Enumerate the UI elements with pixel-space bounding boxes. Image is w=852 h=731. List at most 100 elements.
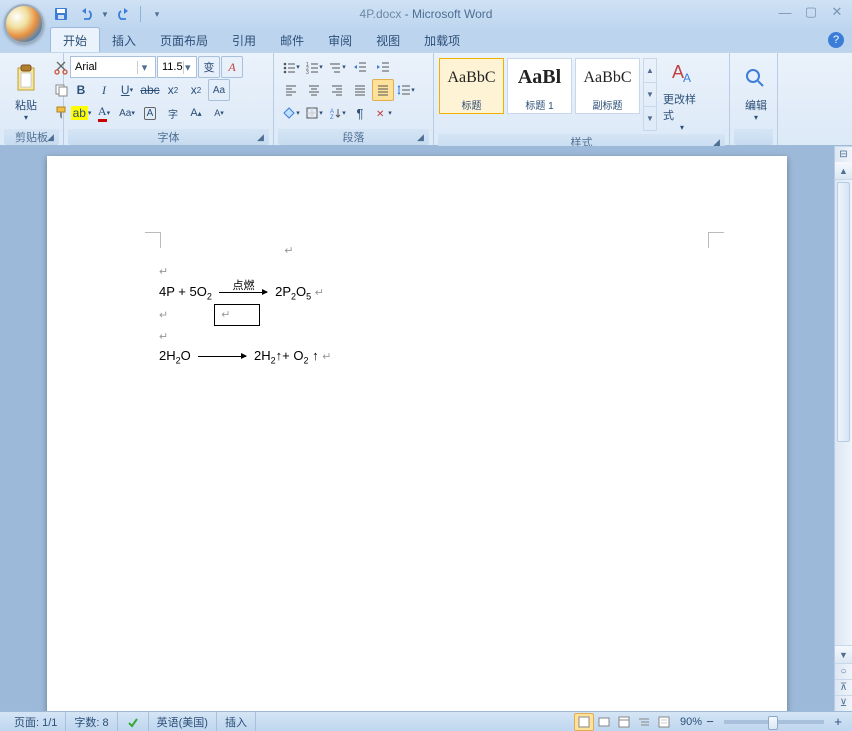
status-proofing-icon[interactable] — [118, 712, 149, 731]
page[interactable]: ↵ ↵ 4P + 5O2 点燃 2P2O5 ↵ ↵↵ ↵ 2H2O 2H2↑+ … — [47, 156, 787, 711]
strikethrough-button[interactable]: abc — [139, 79, 161, 101]
font-family-combo[interactable]: Arial▾ — [70, 56, 156, 78]
clear-formatting-icon[interactable]: A — [221, 56, 243, 78]
group-label-editing — [734, 129, 773, 145]
help-icon[interactable]: ? — [828, 32, 844, 48]
tab-home[interactable]: 开始 — [50, 27, 100, 52]
underline-button[interactable]: U▾ — [116, 79, 138, 101]
document-content[interactable]: ↵ ↵ 4P + 5O2 点燃 2P2O5 ↵ ↵↵ ↵ 2H2O 2H2↑+ … — [159, 240, 419, 368]
zoom-in-icon[interactable]: + — [830, 714, 846, 730]
view-web-layout-icon[interactable] — [614, 713, 634, 731]
increase-indent-icon[interactable] — [372, 56, 394, 78]
character-shading-icon[interactable]: Aa▾ — [116, 102, 138, 124]
view-outline-icon[interactable] — [634, 713, 654, 731]
browse-object-icon[interactable]: ○ — [835, 663, 852, 679]
show-marks-icon[interactable]: ¶ — [349, 102, 371, 124]
gallery-down-icon[interactable]: ▼ — [644, 83, 656, 107]
minimize-button[interactable]: — — [776, 4, 794, 20]
maximize-button[interactable]: ▢ — [802, 4, 820, 20]
grow-font-icon[interactable]: A▴ — [185, 102, 207, 124]
shrink-font-icon[interactable]: A▾ — [208, 102, 230, 124]
change-case-icon[interactable]: 变 — [198, 56, 220, 78]
page-scroll[interactable]: ↵ ↵ 4P + 5O2 点燃 2P2O5 ↵ ↵↵ ↵ 2H2O 2H2↑+ … — [0, 146, 834, 711]
undo-dropdown-icon[interactable]: ▼ — [100, 3, 110, 25]
tab-review[interactable]: 审阅 — [316, 28, 364, 52]
gallery-up-icon[interactable]: ▲ — [644, 59, 656, 83]
vertical-scrollbar[interactable]: ⊟ ▲ ▼ ○ ⊼ ⊻ — [834, 146, 852, 711]
group-paragraph: ▾ 123▾ ▾ ▾ ▾ ▾ AZ▾ — [274, 53, 434, 145]
style-subtitle[interactable]: AaBbC 副标题 — [575, 58, 640, 114]
gallery-more-icon[interactable]: ▼ — [644, 107, 656, 130]
view-draft-icon[interactable] — [654, 713, 674, 731]
phonetic-guide-icon[interactable]: Aa — [208, 79, 230, 101]
undo-icon[interactable] — [75, 3, 97, 25]
office-button[interactable] — [4, 4, 44, 44]
shading-icon[interactable]: ▾ — [280, 102, 302, 124]
character-border-icon[interactable]: 字 — [162, 102, 184, 124]
tab-view[interactable]: 视图 — [364, 28, 412, 52]
tab-page-layout[interactable]: 页面布局 — [148, 28, 220, 52]
paste-button[interactable]: 粘贴 ▾ — [4, 55, 48, 129]
group-font: Arial▾ 11.5▾ 变 A B I U▾ abc x2 x2 Aa ab▾… — [64, 53, 274, 145]
window-title: 4P.docx - Microsoft Word — [360, 7, 493, 21]
view-print-layout-icon[interactable] — [574, 713, 594, 731]
style-heading[interactable]: AaBbC 标题 — [439, 58, 504, 114]
status-bar: 页面: 1/1 字数: 8 英语(美国) 插入 90% − + — [0, 711, 852, 731]
style-heading-1[interactable]: AaBl 标题 1 — [507, 58, 572, 114]
title-bar: ▼ ▾ 4P.docx - Microsoft Word — ▢ ✕ — [0, 0, 852, 28]
borders-icon[interactable]: ▾ — [303, 102, 325, 124]
font-color-icon[interactable]: A▾ — [93, 102, 115, 124]
asian-layout-icon[interactable]: ✕▾ — [372, 102, 394, 124]
numbering-icon[interactable]: 123▾ — [303, 56, 325, 78]
save-icon[interactable] — [50, 3, 72, 25]
sort-icon[interactable]: AZ▾ — [326, 102, 348, 124]
scroll-thumb[interactable] — [837, 182, 850, 442]
redo-icon[interactable] — [113, 3, 135, 25]
align-left-icon[interactable] — [280, 79, 302, 101]
zoom-out-icon[interactable]: − — [702, 714, 718, 730]
align-center-icon[interactable] — [303, 79, 325, 101]
tab-mailings[interactable]: 邮件 — [268, 28, 316, 52]
highlight-icon[interactable]: ab▾ — [70, 102, 92, 124]
scroll-down-icon[interactable]: ▼ — [835, 645, 852, 663]
zoom-slider[interactable] — [724, 720, 824, 724]
align-right-icon[interactable] — [326, 79, 348, 101]
distributed-icon[interactable] — [372, 79, 394, 101]
font-launcher-icon[interactable]: ◢ — [254, 131, 267, 144]
multilevel-list-icon[interactable]: ▾ — [326, 56, 348, 78]
close-button[interactable]: ✕ — [828, 4, 846, 20]
inline-textbox[interactable]: ↵ — [214, 304, 260, 326]
status-mode[interactable]: 插入 — [217, 712, 256, 731]
status-language[interactable]: 英语(美国) — [149, 712, 217, 731]
tab-references[interactable]: 引用 — [220, 28, 268, 52]
bold-button[interactable]: B — [70, 79, 92, 101]
status-page[interactable]: 页面: 1/1 — [6, 712, 66, 731]
subscript-button[interactable]: x2 — [162, 79, 184, 101]
paragraph-launcher-icon[interactable]: ◢ — [414, 131, 427, 144]
ruler-toggle-icon[interactable]: ⊟ — [835, 146, 852, 162]
bullets-icon[interactable]: ▾ — [280, 56, 302, 78]
document-area: ↵ ↵ 4P + 5O2 点燃 2P2O5 ↵ ↵↵ ↵ 2H2O 2H2↑+ … — [0, 146, 852, 711]
superscript-button[interactable]: x2 — [185, 79, 207, 101]
scroll-up-icon[interactable]: ▲ — [835, 162, 852, 180]
view-full-screen-icon[interactable] — [594, 713, 614, 731]
zoom-level[interactable]: 90% — [680, 716, 702, 728]
enclose-character-icon[interactable]: A — [139, 102, 161, 124]
tab-insert[interactable]: 插入 — [100, 28, 148, 52]
status-words[interactable]: 字数: 8 — [66, 712, 117, 731]
line-spacing-icon[interactable]: ▾ — [395, 79, 417, 101]
change-styles-button[interactable]: AA 更改样式 ▾ — [657, 55, 707, 134]
italic-button[interactable]: I — [93, 79, 115, 101]
qat-customize-icon[interactable]: ▾ — [146, 3, 168, 25]
justify-icon[interactable] — [349, 79, 371, 101]
svg-text:✕: ✕ — [376, 109, 384, 120]
decrease-indent-icon[interactable] — [349, 56, 371, 78]
window-controls: — ▢ ✕ — [776, 4, 846, 20]
prev-page-icon[interactable]: ⊼ — [835, 679, 852, 695]
find-button[interactable]: 编辑 ▾ — [734, 55, 778, 129]
next-page-icon[interactable]: ⊻ — [835, 695, 852, 711]
tab-addins[interactable]: 加载项 — [412, 28, 472, 52]
clipboard-launcher-icon[interactable]: ◢ — [44, 131, 57, 144]
font-size-combo[interactable]: 11.5▾ — [157, 56, 197, 78]
equation-1: 4P + 5O2 点燃 2P2O5 ↵ — [159, 282, 419, 304]
